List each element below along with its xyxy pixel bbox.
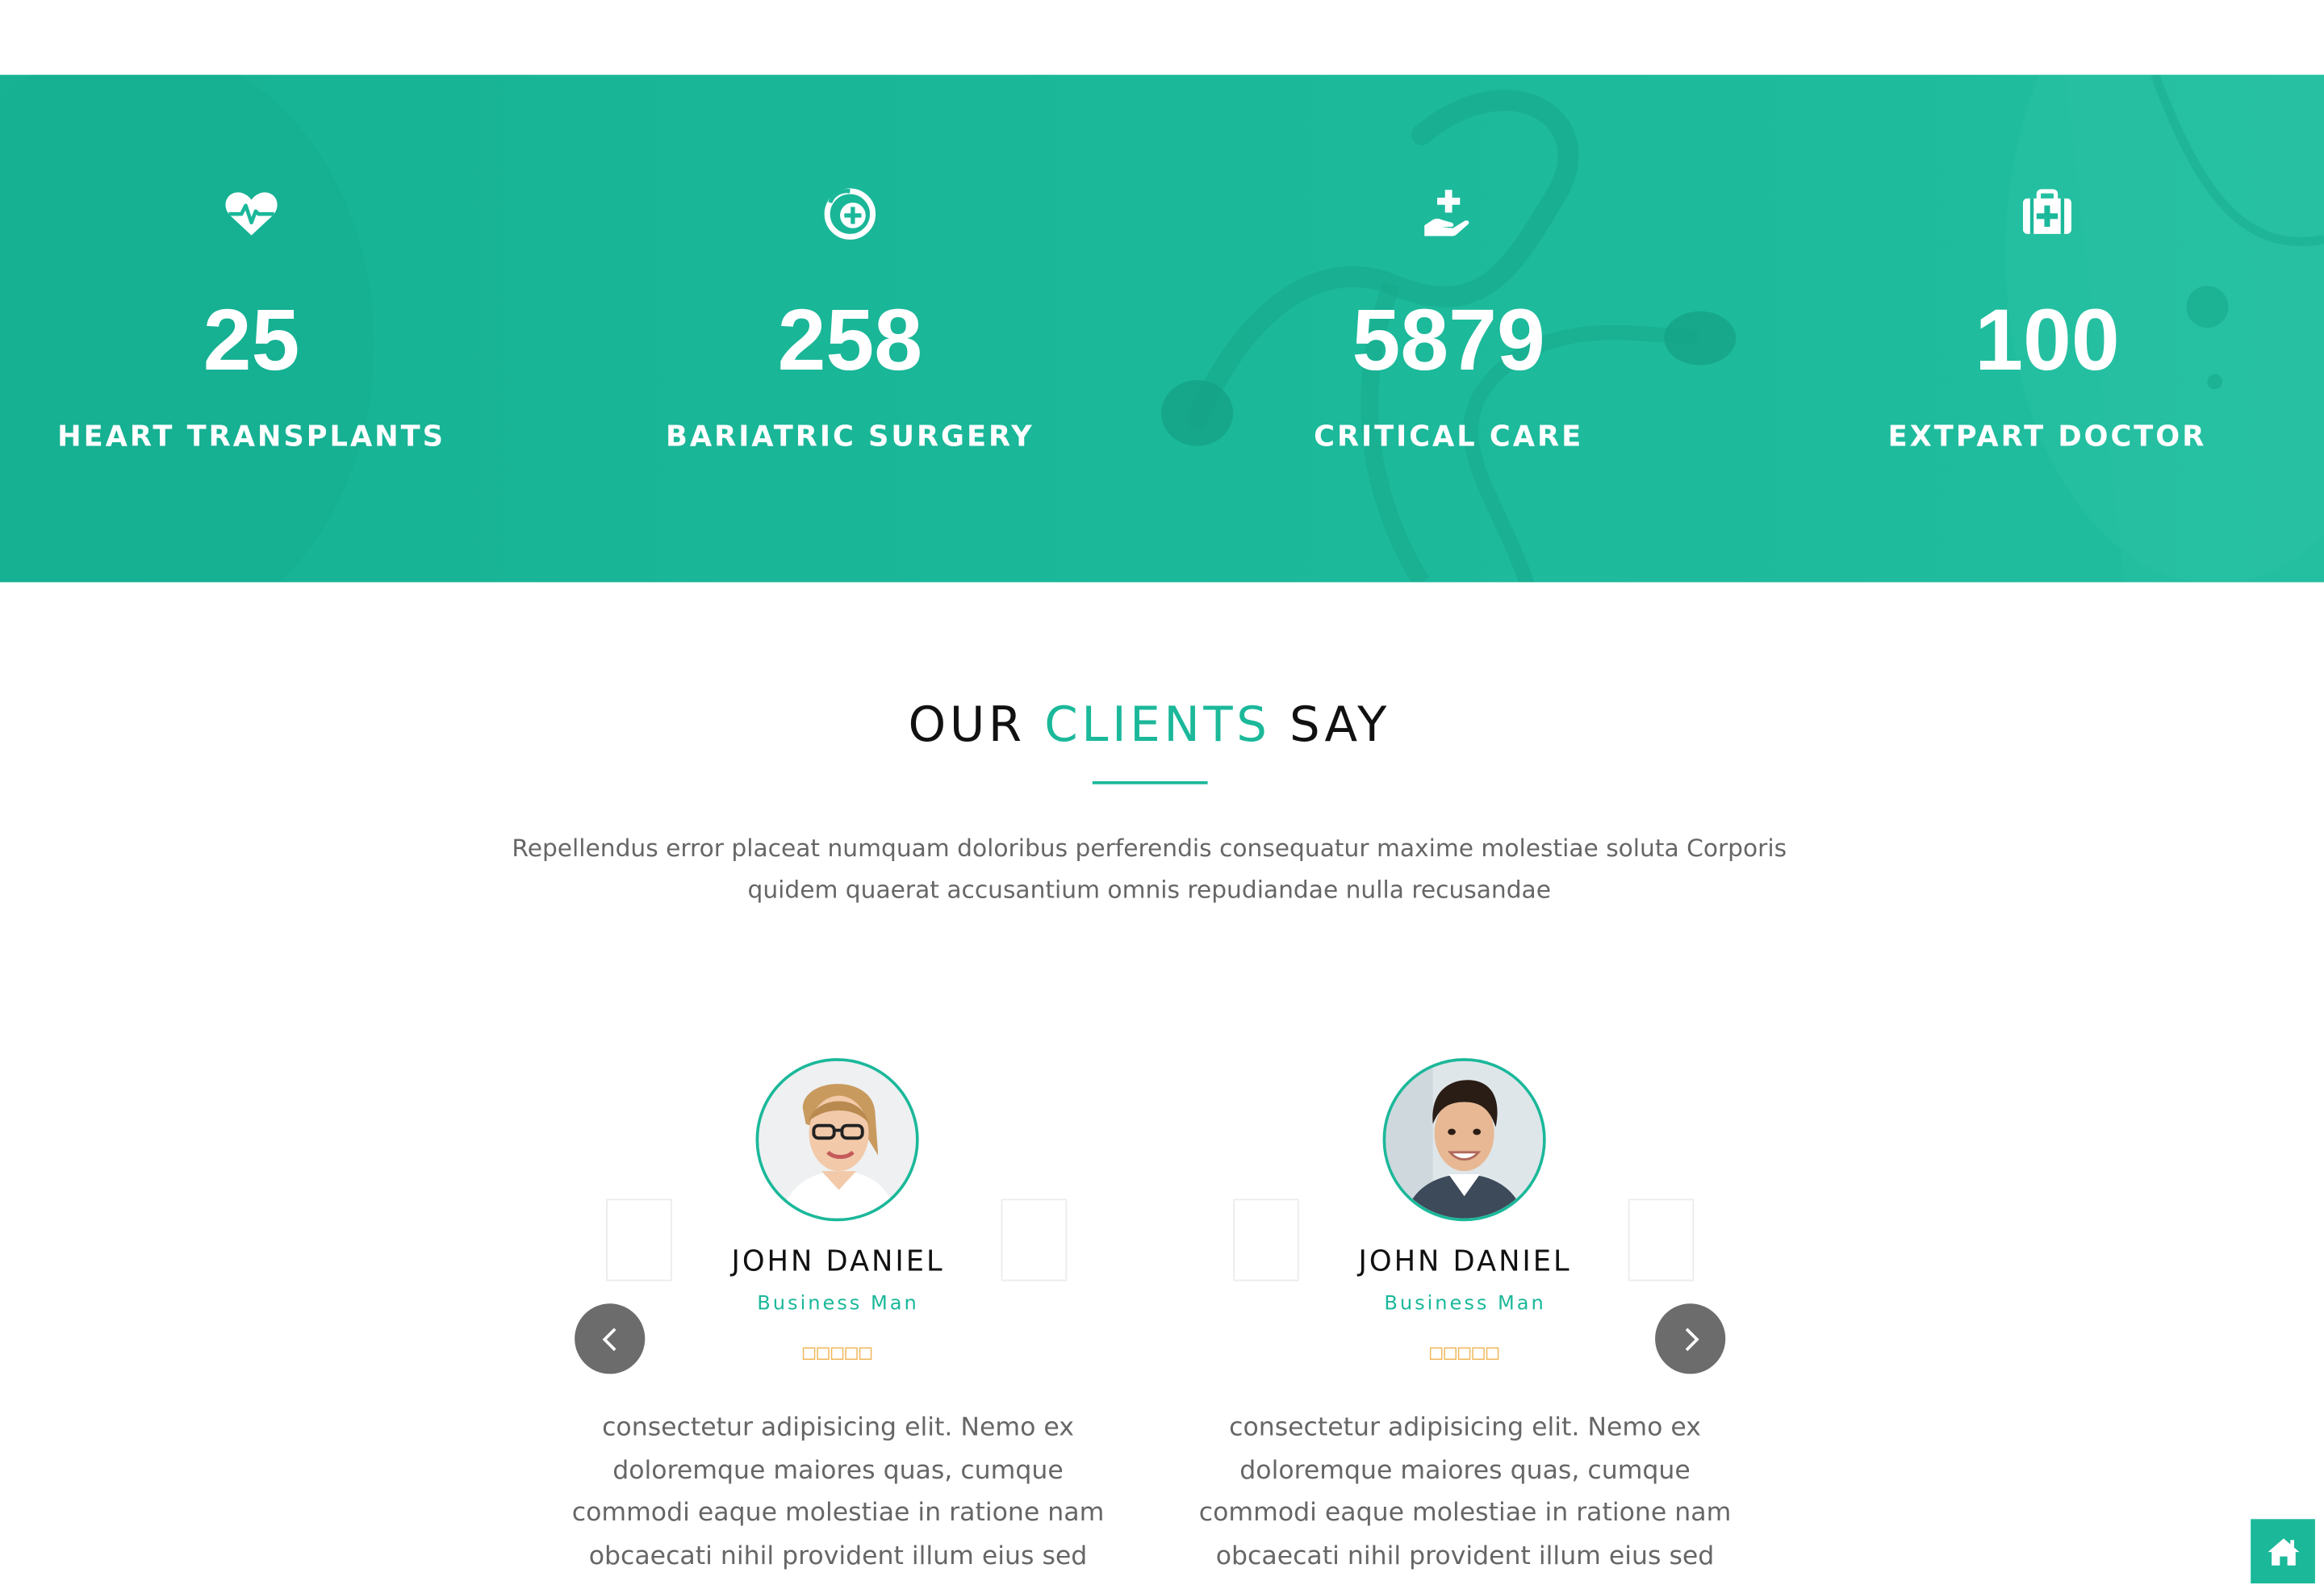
counter-heart-transplants: 25 HEART TRANSPLANTS [0, 75, 550, 583]
scroll-to-top-button[interactable] [2251, 1519, 2315, 1584]
avatar [755, 1058, 919, 1222]
first-aid-kit-icon [2023, 189, 2071, 234]
heartbeat-icon [225, 192, 278, 236]
title-underline [1092, 781, 1208, 784]
counter-value: 100 [1975, 291, 2120, 390]
counter-extpart-doctor: 100 EXTPART DOCTOR [1748, 75, 2324, 583]
page: 25 HEART TRANSPLANTS 258 BARIATRIC SURGE… [0, 0, 2324, 1585]
title-part-1: OUR [908, 696, 1026, 753]
carousel-next-button[interactable] [1655, 1303, 1726, 1374]
counter-value: 258 [777, 291, 923, 390]
client-name: JOHN DANIEL [731, 1244, 945, 1278]
hand-holding-medical-icon [1424, 190, 1469, 236]
avatar [1382, 1058, 1546, 1222]
carousel-prev-button[interactable] [575, 1303, 646, 1374]
testimonial-quote: consectetur adipisicing elit. Nemo ex do… [1198, 1412, 1732, 1585]
section-title: OUR CLIENTS SAY [0, 692, 2299, 758]
counter-value: 5879 [1352, 291, 1545, 390]
testimonial-card: JOHN DANIEL Business Man □□□□□ consectet… [554, 1048, 1122, 1585]
section-description: Repellendus error placeat numquam dolori… [512, 833, 1787, 905]
counter-label: BARIATRIC SURGERY [666, 420, 1035, 454]
counter-label: HEART TRANSPLANTS [57, 420, 446, 454]
young-man-avatar [1386, 1060, 1543, 1219]
client-name: JOHN DANIEL [1358, 1244, 1572, 1278]
counter-value: 25 [203, 291, 300, 390]
testimonial-quote: consectetur adipisicing elit. Nemo ex do… [571, 1412, 1105, 1585]
chevron-right-icon [1684, 1327, 1699, 1351]
counter-critical-care: 5879 CRITICAL CARE [1149, 75, 1748, 583]
counter-section: 25 HEART TRANSPLANTS 258 BARIATRIC SURGE… [0, 74, 2324, 583]
counter-label: EXTPART DOCTOR [1887, 420, 2207, 454]
counter-bariatric-surgery: 258 BARIATRIC SURGERY [550, 75, 1149, 583]
chevron-left-icon [601, 1327, 616, 1351]
title-accent: CLIENTS [1044, 696, 1271, 753]
counter-label: CRITICAL CARE [1314, 420, 1584, 454]
medical-circle-icon [824, 188, 876, 240]
title-part-2: SAY [1289, 696, 1390, 753]
woman-with-glasses-avatar [759, 1060, 916, 1219]
client-role: Business Man [757, 1293, 919, 1316]
home-icon [2267, 1537, 2299, 1565]
